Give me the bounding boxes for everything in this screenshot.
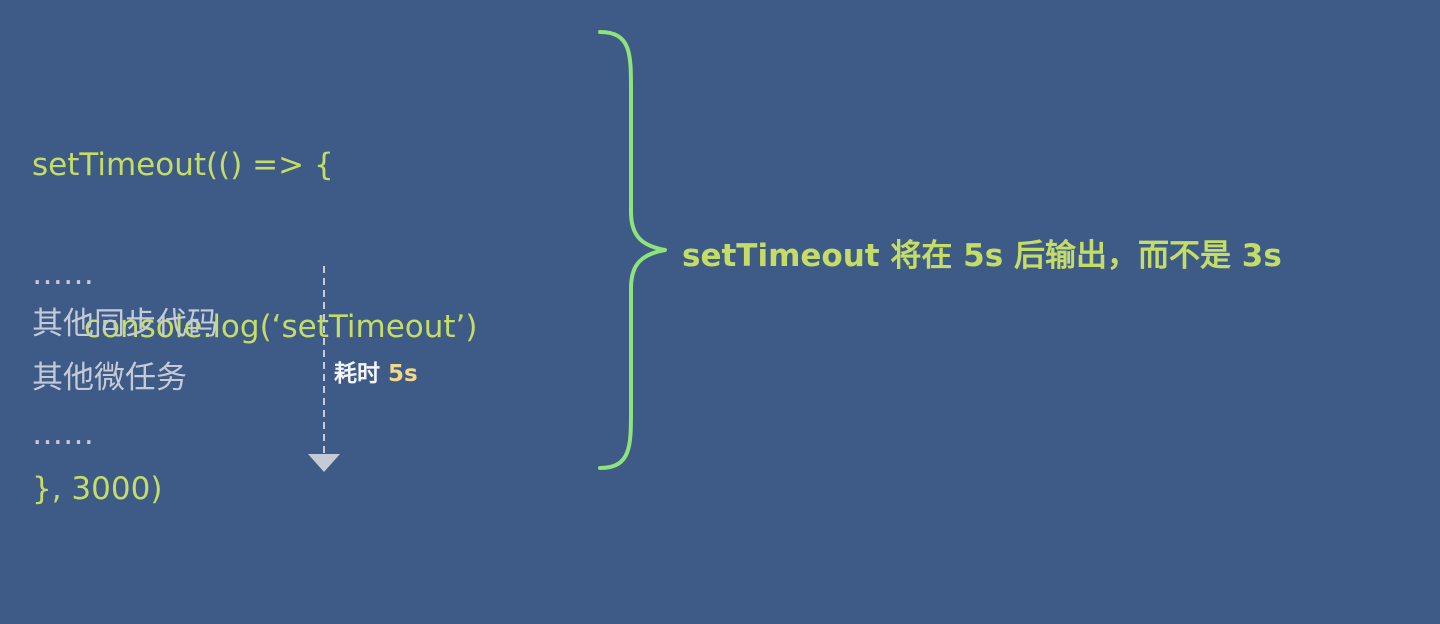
- diagram-canvas: setTimeout(() => { console.log(‘setTimeo…: [0, 0, 1440, 507]
- duration-label: 耗时 5s: [334, 354, 418, 388]
- arrow-head: [308, 454, 340, 472]
- result-message: setTimeout 将在 5s 后输出，而不是 3s: [682, 238, 1282, 274]
- ellipsis-top: ……: [32, 256, 94, 292]
- micro-tasks-label: 其他微任务: [32, 360, 187, 396]
- sync-code-label: 其他同步代码: [32, 306, 218, 342]
- duration-prefix: 耗时: [334, 361, 380, 387]
- curly-brace: [598, 30, 667, 470]
- code-line-3: }, 3000): [32, 471, 163, 507]
- brace-path: [598, 30, 667, 470]
- ellipsis-bottom: ……: [32, 416, 94, 452]
- code-line-1: setTimeout(() => {: [32, 147, 334, 183]
- duration-value: 5s: [388, 361, 418, 387]
